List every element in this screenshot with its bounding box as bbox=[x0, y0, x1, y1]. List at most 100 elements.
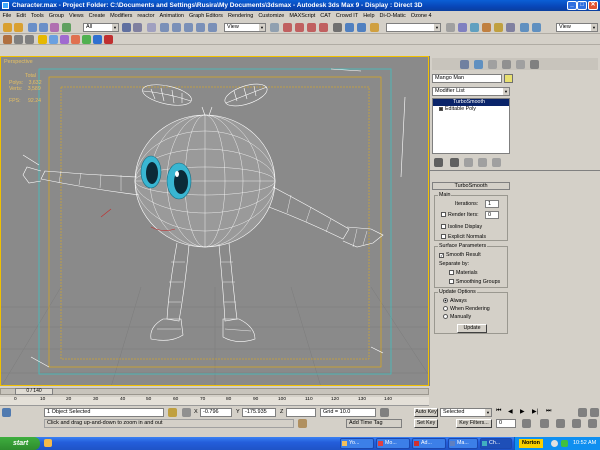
shelf-icon-5[interactable] bbox=[49, 35, 58, 44]
region-select-icon[interactable] bbox=[147, 23, 156, 32]
align-icon[interactable] bbox=[357, 23, 366, 32]
go-to-end-icon[interactable]: ⏭ bbox=[546, 408, 551, 415]
previous-frame-icon[interactable]: ◀ bbox=[508, 408, 513, 415]
track-bar[interactable]: 0 10 20 30 40 50 60 70 80 90 100 110 120… bbox=[0, 397, 429, 406]
auto-key-button[interactable]: Auto Key bbox=[414, 408, 438, 417]
menu-cat[interactable]: CAT bbox=[318, 13, 334, 19]
reference-coordinate-dropdown[interactable]: View ▼ bbox=[224, 23, 266, 32]
perspective-viewport[interactable]: Perspective Total Polys: 3,632 Verts: 3,… bbox=[0, 56, 429, 386]
percent-snap-icon[interactable] bbox=[307, 23, 316, 32]
material-editor-icon[interactable] bbox=[470, 23, 479, 32]
next-frame-icon[interactable]: ▶| bbox=[532, 408, 538, 415]
maximize-button[interactable]: □ bbox=[577, 1, 587, 10]
menu-group[interactable]: Group bbox=[46, 13, 66, 19]
shelf-icon-1[interactable] bbox=[3, 35, 12, 44]
set-key-button[interactable]: Set Key bbox=[414, 419, 438, 428]
menu-graph-editors[interactable]: Graph Editors bbox=[187, 13, 226, 19]
network-tray-icon[interactable] bbox=[561, 440, 568, 447]
render-frame-icon[interactable] bbox=[494, 23, 503, 32]
select-link-icon[interactable] bbox=[28, 23, 37, 32]
window-title-bar[interactable]: Character.max - Project Folder: C:\Docum… bbox=[0, 0, 600, 11]
configure-modifier-sets-icon[interactable] bbox=[492, 158, 501, 167]
render-setup-icon[interactable] bbox=[482, 23, 491, 32]
manually-radio[interactable] bbox=[443, 314, 448, 319]
redo-icon[interactable] bbox=[14, 23, 23, 32]
motion-tab-icon[interactable] bbox=[502, 60, 511, 69]
lock-selection-icon[interactable] bbox=[168, 408, 177, 417]
play-icon[interactable]: ▶ bbox=[520, 408, 525, 415]
shelf-icon-7[interactable] bbox=[71, 35, 80, 44]
menu-file[interactable]: File bbox=[0, 13, 14, 19]
when-rendering-radio[interactable] bbox=[443, 306, 448, 311]
taskbar-item-1[interactable]: Yo... bbox=[340, 438, 374, 449]
maximize-viewport-icon[interactable] bbox=[588, 419, 597, 428]
unlink-icon[interactable] bbox=[39, 23, 48, 32]
object-color-swatch[interactable] bbox=[504, 74, 513, 83]
pan-icon[interactable] bbox=[540, 419, 549, 428]
select-object-icon[interactable] bbox=[62, 23, 71, 32]
explicit-normals-checkbox[interactable] bbox=[441, 234, 446, 239]
mirror-icon[interactable] bbox=[345, 23, 354, 32]
viewport-label[interactable]: Perspective bbox=[4, 59, 33, 65]
smoothing-groups-checkbox[interactable] bbox=[449, 279, 454, 284]
menu-crowd-it[interactable]: Crowd IT bbox=[333, 13, 360, 19]
quick-render-icon[interactable] bbox=[506, 23, 515, 32]
close-button[interactable]: ✕ bbox=[588, 1, 598, 10]
shelf-icon-4[interactable] bbox=[38, 35, 47, 44]
current-frame-field[interactable]: 0 bbox=[496, 419, 516, 428]
max-script-listener-icon[interactable] bbox=[2, 408, 11, 417]
move-icon[interactable] bbox=[160, 23, 169, 32]
stack-item-editable-poly[interactable]: Editable Poly bbox=[433, 106, 509, 113]
iterations-spinner[interactable]: 1 bbox=[485, 200, 499, 208]
volume-tray-icon[interactable] bbox=[551, 440, 558, 447]
utilities-tab-icon[interactable] bbox=[530, 60, 539, 69]
time-slider-track[interactable]: 0 / 140 bbox=[0, 388, 429, 395]
render-view-dropdown[interactable]: View ▼ bbox=[556, 23, 598, 32]
menu-di-o-matic[interactable]: Di-O-Matic bbox=[377, 13, 408, 19]
scale-icon[interactable] bbox=[184, 23, 193, 32]
render-icon[interactable] bbox=[532, 23, 541, 32]
menu-tools[interactable]: Tools bbox=[28, 13, 46, 19]
key-set-dropdown[interactable]: Selected ▼ bbox=[440, 408, 492, 417]
display-tab-icon[interactable] bbox=[516, 60, 525, 69]
time-configuration-icon[interactable] bbox=[522, 419, 531, 428]
squash-icon[interactable] bbox=[196, 23, 205, 32]
norton-tray-icon[interactable]: Norton bbox=[519, 439, 544, 448]
zoom-all-icon[interactable] bbox=[590, 408, 599, 417]
update-button[interactable]: Update bbox=[457, 324, 487, 333]
named-selection-dropdown[interactable]: ▼ bbox=[386, 23, 441, 32]
modify-tab-icon[interactable] bbox=[474, 60, 483, 69]
minimize-button[interactable]: _ bbox=[567, 1, 577, 10]
shelf-icon-2[interactable] bbox=[14, 35, 23, 44]
menu-maxscript[interactable]: MAXScript bbox=[287, 13, 318, 19]
menu-animation[interactable]: Animation bbox=[157, 13, 186, 19]
taskbar-item-3[interactable]: Ad... bbox=[412, 438, 446, 449]
time-tag-icon[interactable] bbox=[298, 419, 307, 428]
menu-help[interactable]: Help bbox=[361, 13, 377, 19]
menu-edit[interactable]: Edit bbox=[14, 13, 28, 19]
selection-filter-dropdown[interactable]: All ▼ bbox=[83, 23, 119, 32]
zoom-icon[interactable] bbox=[578, 408, 587, 417]
y-coordinate-field[interactable]: -175.935 bbox=[242, 408, 276, 417]
shelf-icon-8[interactable] bbox=[82, 35, 91, 44]
orbit-icon[interactable] bbox=[556, 419, 565, 428]
time-slider-thumb[interactable]: 0 / 140 bbox=[15, 388, 53, 395]
angle-snap-icon[interactable] bbox=[295, 23, 304, 32]
menu-ozone[interactable]: Ozone 4 bbox=[408, 13, 434, 19]
x-coordinate-field[interactable]: -0.796 bbox=[200, 408, 232, 417]
add-time-tag-field[interactable]: Add Time Tag bbox=[346, 419, 402, 428]
schematic-view-icon[interactable] bbox=[458, 23, 467, 32]
select-manipulate-icon[interactable] bbox=[208, 23, 217, 32]
always-radio[interactable] bbox=[443, 298, 448, 303]
modifier-list-dropdown[interactable]: Modifier List ▼ bbox=[432, 87, 510, 96]
shelf-icon-6[interactable] bbox=[60, 35, 69, 44]
render-iters-spinner[interactable]: 0 bbox=[485, 211, 499, 219]
go-to-start-icon[interactable]: ⏮ bbox=[496, 408, 501, 415]
absolute-mode-icon[interactable] bbox=[182, 408, 191, 417]
curve-editor-icon[interactable] bbox=[446, 23, 455, 32]
hierarchy-tab-icon[interactable] bbox=[488, 60, 497, 69]
make-unique-icon[interactable] bbox=[464, 158, 473, 167]
menu-views[interactable]: Views bbox=[67, 13, 87, 19]
rotate-icon[interactable] bbox=[172, 23, 181, 32]
show-end-result-icon[interactable] bbox=[450, 158, 459, 167]
